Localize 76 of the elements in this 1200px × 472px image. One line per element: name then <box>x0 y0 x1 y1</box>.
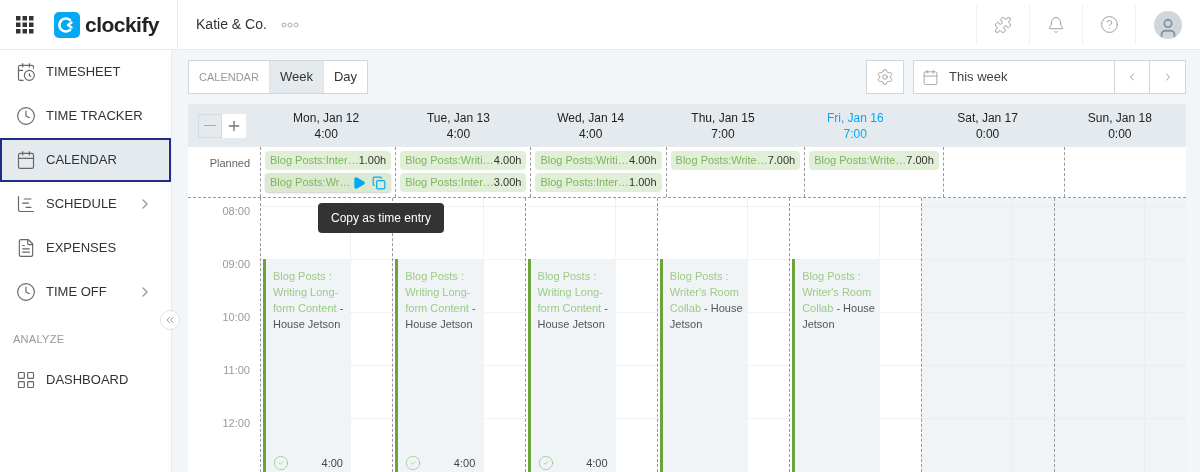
check-circle-icon[interactable] <box>405 454 422 471</box>
zoom-out-button[interactable] <box>198 113 222 138</box>
entry-duration: 4:00 <box>586 455 609 471</box>
section-label: ANALYZE <box>13 333 65 345</box>
planned-entry[interactable]: Blog Posts:Write…7.00h <box>670 151 801 170</box>
clock-icon <box>16 282 36 302</box>
entry-description: Blog Posts : Writing Long-form Content - House Jetson <box>405 269 477 332</box>
time-entry-card[interactable]: Blog Posts : Writer's Room Collab - House Jetson <box>659 259 748 472</box>
entry-description: Blog Posts : Writing Long-form Content - House Jetson <box>537 269 609 332</box>
day-header: Tue, Jan 13 4:00 <box>425 109 491 143</box>
planned-entry[interactable]: Blog Posts:Inter…1.00h <box>535 173 662 192</box>
hour-label: 08:00 <box>222 203 250 219</box>
sidebar-item[interactable]: CALENDAR <box>0 138 171 182</box>
minus-icon <box>204 124 216 127</box>
document-icon <box>16 238 36 258</box>
planned-label: Planned <box>208 156 251 171</box>
day-header: Fri, Jan 16 7:00 <box>825 109 885 143</box>
planned-entry[interactable]: Blog Posts:Writi…4.00h <box>535 151 662 170</box>
copy-icon[interactable] <box>372 175 387 190</box>
day-header: Thu, Jan 15 7:00 <box>690 109 756 143</box>
calendar-icon <box>922 68 939 86</box>
hour-label: 12:00 <box>222 415 250 431</box>
day-header: Wed, Jan 14 4:00 <box>556 109 626 143</box>
settings-button[interactable] <box>866 60 904 94</box>
planned-entry[interactable]: Blog Posts:Inter…1.00h <box>265 151 392 170</box>
logo-text: clockify <box>85 11 159 38</box>
time-entry-card[interactable]: Blog Posts : Writing Long-form Content - House Jetson 4:00 <box>263 259 351 472</box>
more-icon[interactable] <box>280 21 299 28</box>
time-entry-card[interactable]: Blog Posts : Writing Long-form Content - House Jetson 4:00 <box>395 259 484 472</box>
sidebar-item[interactable]: DASHBOARD <box>0 358 171 402</box>
day-header: Mon, Jan 12 4:00 <box>292 109 361 143</box>
collapse-button[interactable] <box>160 310 180 330</box>
hour-label: 10:00 <box>222 309 250 325</box>
help-icon[interactable] <box>1099 15 1119 34</box>
entry-description: Blog Posts : Writer's Room Collab - House Jetson <box>802 269 876 332</box>
check-circle-icon[interactable] <box>273 454 289 471</box>
clock-icon <box>16 106 36 126</box>
planned-entry[interactable]: Blog Posts:Writi…4.00h <box>400 151 527 170</box>
entry-description: Blog Posts : Writer's Room Collab - House Jetson <box>669 269 744 332</box>
logo-icon <box>54 11 80 38</box>
app-grid-icon[interactable] <box>16 15 34 34</box>
settings-icon <box>876 68 894 86</box>
hour-label: 11:00 <box>223 362 250 378</box>
workspace-name[interactable]: Katie & Co. <box>196 14 267 35</box>
gantt-chart-icon <box>16 194 36 214</box>
tooltip: Copy as time entry <box>318 203 445 233</box>
view-label: CALENDAR <box>189 61 270 93</box>
sidebar-item[interactable]: SCHEDULE <box>0 182 171 226</box>
date-range-field[interactable]: This week <box>913 60 1115 94</box>
calendar-icon <box>16 150 36 170</box>
day-header: Sat, Jan 17 0:00 <box>956 109 1019 143</box>
sidebar-item[interactable]: EXPENSES <box>0 226 171 270</box>
entry-duration: 4:00 <box>453 455 477 471</box>
play-icon[interactable] <box>352 175 367 190</box>
day-header: Sun, Jan 18 0:00 <box>1086 109 1153 143</box>
hour-label: 09:00 <box>222 256 250 272</box>
double-chevron-left-icon <box>164 314 176 326</box>
check-circle-icon[interactable] <box>537 454 554 471</box>
sidebar-item[interactable]: TIMESHEET <box>0 50 171 94</box>
entry-description: Blog Posts : Writing Long-form Content - House Jetson <box>273 269 345 332</box>
bell-icon[interactable] <box>1047 15 1065 34</box>
planned-entry[interactable]: Blog Posts:Write…7.00h <box>809 151 939 170</box>
next-button[interactable] <box>1150 60 1186 94</box>
dashboard-grid-icon <box>16 370 36 390</box>
avatar[interactable] <box>1154 10 1182 39</box>
time-entry-card[interactable]: Blog Posts : Writer's Room Collab - House Jetson <box>792 259 881 472</box>
planned-entry[interactable]: Blog Posts:Inter…3.00h <box>400 173 527 192</box>
entry-duration: 4:00 <box>321 455 344 471</box>
calendar-clock-icon <box>16 62 36 82</box>
time-entry-card[interactable]: Blog Posts : Writing Long-form Content - House Jetson 4:00 <box>527 259 616 472</box>
sidebar-item[interactable]: TIME TRACKER <box>0 94 171 138</box>
view-tab[interactable]: Week <box>269 61 323 93</box>
puzzle-icon[interactable] <box>994 15 1012 34</box>
zoom-in-button[interactable] <box>222 113 246 138</box>
sidebar-item[interactable]: TIME OFF <box>0 270 171 314</box>
previous-button[interactable] <box>1115 60 1150 94</box>
